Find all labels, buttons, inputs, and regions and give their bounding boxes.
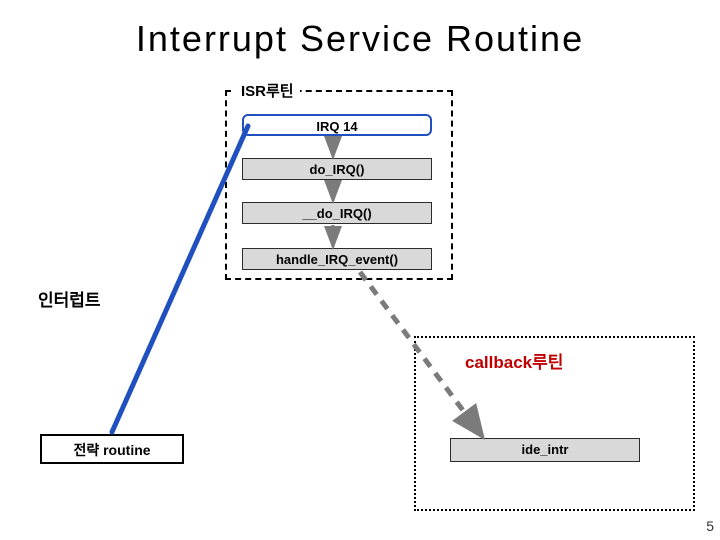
callback-group-label: callback루틴 [465,348,563,373]
box-ide-intr: ide_intr [450,438,640,462]
box-do-irq: do_IRQ() [242,158,432,180]
box-irq14: IRQ 14 [242,114,432,136]
box-do-irq-underscore: __do_IRQ() [242,202,432,224]
interrupt-label: 인터럽트 [38,286,101,311]
page-title: Interrupt Service Routine [0,18,720,60]
isr-group-label: ISR루틴 [235,80,300,101]
box-strategy-routine: 전략 routine [40,434,184,464]
page-number: 5 [706,518,714,534]
box-handle-irq-event: handle_IRQ_event() [242,248,432,270]
